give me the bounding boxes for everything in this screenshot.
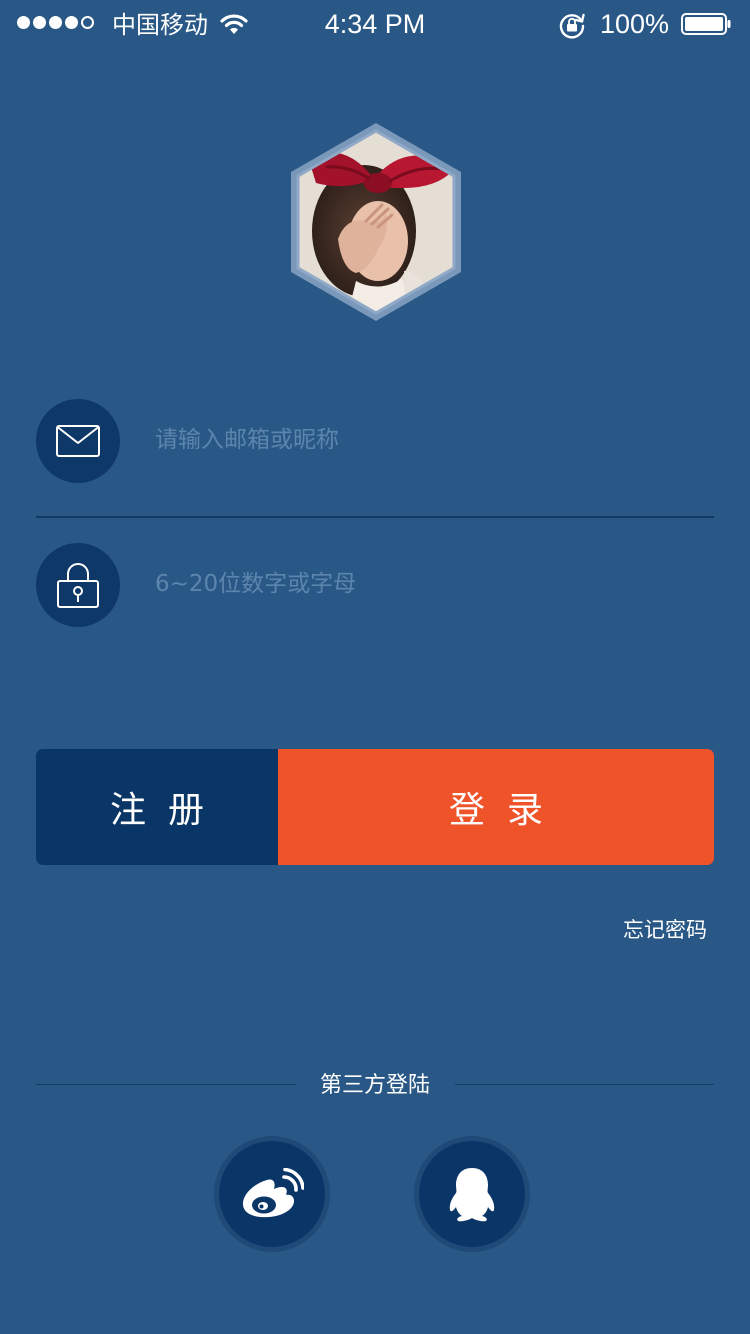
user-avatar[interactable] xyxy=(286,121,466,323)
battery-percent: 100% xyxy=(600,9,670,39)
third-party-title: 第三方登陆 xyxy=(319,1073,430,1098)
qq-login-button[interactable] xyxy=(414,1136,530,1252)
weibo-login-button[interactable] xyxy=(214,1136,330,1252)
rotation-lock-icon xyxy=(559,13,585,39)
register-button[interactable]: 注册 xyxy=(36,749,278,865)
email-input[interactable] xyxy=(155,418,695,462)
login-button[interactable]: 登录 xyxy=(278,749,714,865)
battery-icon xyxy=(681,13,731,35)
field-divider xyxy=(36,516,714,518)
password-field-icon-circle xyxy=(36,543,120,627)
third-party-divider-right xyxy=(455,1084,714,1085)
mail-icon xyxy=(56,425,100,457)
forgot-password-link[interactable]: 忘记密码 xyxy=(623,915,707,945)
qq-icon xyxy=(449,1168,495,1222)
weibo-icon xyxy=(242,1168,304,1218)
status-bar: 中国移动 4:34 PM 100% xyxy=(0,0,750,48)
lock-icon xyxy=(57,563,99,608)
email-field-icon-circle xyxy=(36,399,120,483)
password-input[interactable] xyxy=(155,562,695,606)
